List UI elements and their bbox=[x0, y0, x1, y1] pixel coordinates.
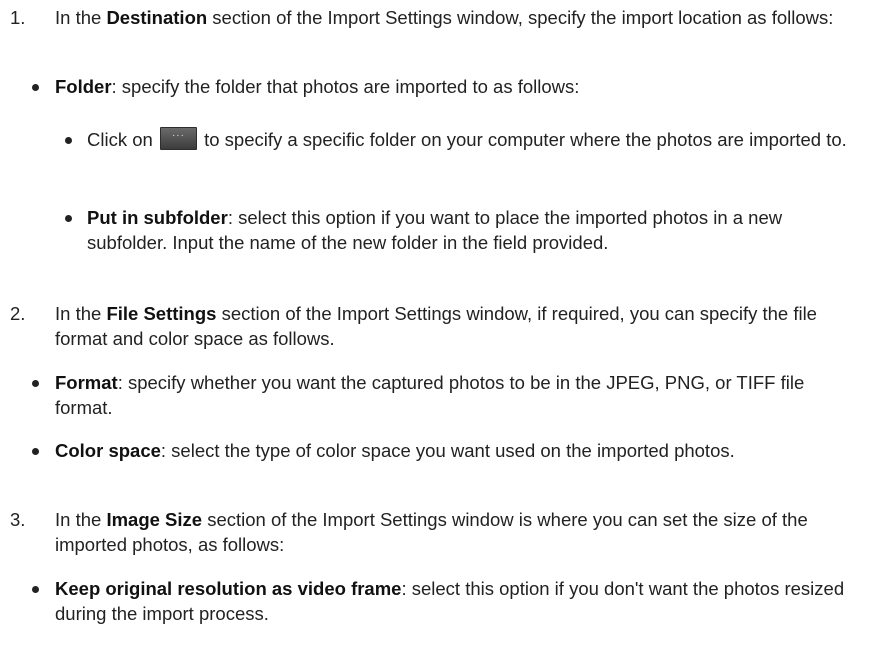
folder-text: : specify the folder that photos are imp… bbox=[111, 76, 580, 97]
step-number: 3. bbox=[10, 509, 26, 530]
subfolder-label: Put in subfolder bbox=[87, 207, 228, 228]
folder-label: Folder bbox=[55, 76, 112, 97]
step-section-name: Destination bbox=[106, 7, 208, 28]
step-text-pre: In the bbox=[55, 7, 107, 28]
bullet-text: Color space: select the type of color sp… bbox=[55, 438, 845, 463]
bullet-dot bbox=[32, 586, 39, 593]
step-section-name: Image Size bbox=[106, 509, 203, 530]
step-text-pre: In the bbox=[55, 303, 107, 324]
color-space-label: Color space bbox=[55, 440, 161, 461]
bullet-text: Click on ··· to specify a specific folde… bbox=[87, 127, 847, 152]
step-text: In the Destination section of the Import… bbox=[55, 5, 865, 30]
bullet-text: Put in subfolder: select this option if … bbox=[87, 205, 847, 255]
step-text-pre: In the bbox=[55, 509, 107, 530]
bullet-text: Folder: specify the folder that photos a… bbox=[55, 74, 865, 99]
format-text: : specify whether you want the captured … bbox=[55, 372, 805, 418]
bullet-dot bbox=[65, 137, 72, 144]
step-text: In the File Settings section of the Impo… bbox=[55, 301, 865, 351]
step-number: 1. bbox=[10, 7, 26, 28]
browse-text-pre: Click on bbox=[87, 129, 158, 150]
bullet-dot bbox=[32, 448, 39, 455]
bullet-text: Format: specify whether you want the cap… bbox=[55, 370, 845, 420]
bullet-dot bbox=[65, 215, 72, 222]
ellipsis-icon: ··· bbox=[171, 130, 185, 141]
format-label: Format bbox=[55, 372, 118, 393]
step-text: In the Image Size section of the Import … bbox=[55, 507, 865, 557]
bullet-dot bbox=[32, 380, 39, 387]
color-space-text: : select the type of color space you wan… bbox=[160, 440, 735, 461]
browse-text-post: to specify a specific folder on your com… bbox=[198, 129, 847, 150]
step-section-name: File Settings bbox=[106, 303, 217, 324]
step-number: 2. bbox=[10, 303, 26, 324]
browse-button[interactable]: ··· bbox=[159, 127, 197, 150]
bullet-text: Keep original resolution as video frame:… bbox=[55, 576, 845, 626]
keep-resolution-label: Keep original resolution as video frame bbox=[55, 578, 402, 599]
step-text-post: section of the Import Settings window, s… bbox=[207, 7, 834, 28]
bullet-dot bbox=[32, 84, 39, 91]
